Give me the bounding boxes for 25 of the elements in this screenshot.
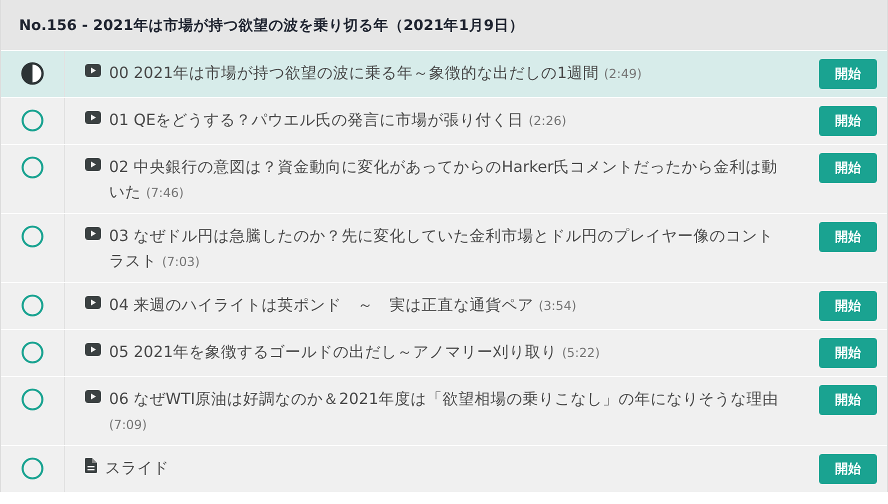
lesson-title: 04 来週のハイライトは英ポンド ～ 実は正直な通貨ペア (3:54) <box>109 295 578 316</box>
lesson-row[interactable]: 05 2021年を象徴するゴールドの出だし～アノマリー刈り取り (5:22) 開始 <box>1 329 887 376</box>
play-icon <box>85 111 101 124</box>
play-icon <box>85 64 101 77</box>
section-title: No.156 - 2021年は市場が持つ欲望の波を乗り切る年（2021年1月9日） <box>19 16 524 34</box>
lesson-row[interactable]: スライド 開始 <box>1 445 887 492</box>
lesson-title: 01 QEをどうする？パウエル氏の発言に市場が張り付く日 (2:26) <box>109 110 568 131</box>
lesson-row[interactable]: 04 来週のハイライトは英ポンド ～ 実は正直な通貨ペア (3:54) 開始 <box>1 282 887 329</box>
lesson-title: 03 なぜドル円は急騰したのか？先に変化していた金利市場とドル円のプレイヤー像のコントラスト (7:03) <box>109 226 775 272</box>
lesson-row[interactable]: 03 なぜドル円は急騰したのか？先に変化していた金利市場とドル円のプレイヤー像のコントラスト (7:03) 開始 <box>1 213 887 282</box>
lesson-title: 00 2021年は市場が持つ欲望の波に乗る年～象徴的な出だしの1週間 (2:49) <box>109 63 643 84</box>
play-icon <box>85 390 101 403</box>
play-icon <box>85 227 101 240</box>
lesson-title: 06 なぜWTI原油は好調なのか＆2021年度は「欲望相場の乗りこなし」の年になりそうな理由 (7:09) <box>109 389 780 434</box>
lesson-row[interactable]: 02 中央銀行の意図は？資金動向に変化があってからのHarker氏コメントだったから金利は動いた (7:46) 開始 <box>1 144 887 213</box>
lesson-row[interactable]: 00 2021年は市場が持つ欲望の波に乗る年～象徴的な出だしの1週間 (2:49) 開始 <box>1 50 887 97</box>
play-icon <box>85 158 101 171</box>
lesson-title: スライド <box>105 458 170 479</box>
lesson-row[interactable]: 06 なぜWTI原油は好調なのか＆2021年度は「欲望相場の乗りこなし」の年になりそうな理由 (7:09) 開始 <box>1 376 887 445</box>
lesson-title: 02 中央銀行の意図は？資金動向に変化があってからのHarker氏コメントだったから金利は動いた (7:46) <box>109 157 779 203</box>
document-icon <box>85 458 97 473</box>
lesson-row[interactable]: 01 QEをどうする？パウエル氏の発言に市場が張り付く日 (2:26) 開始 <box>1 97 887 144</box>
lesson-title: 05 2021年を象徴するゴールドの出だし～アノマリー刈り取り (5:22) <box>109 342 601 363</box>
play-icon <box>85 343 101 356</box>
play-icon <box>85 296 101 309</box>
